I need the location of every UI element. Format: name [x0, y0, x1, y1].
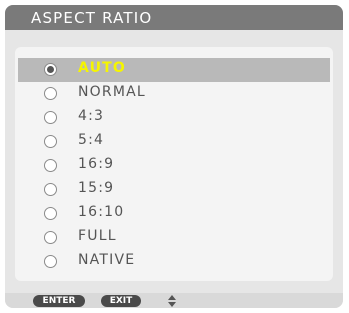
exit-button[interactable]: EXIT — [101, 295, 141, 307]
radio-icon — [44, 87, 57, 100]
option-15-9[interactable]: 15:9 — [15, 178, 333, 202]
option-label: 15:9 — [78, 180, 115, 196]
radio-icon — [44, 159, 57, 172]
footer-help-bar: ENTER EXIT — [5, 293, 343, 308]
option-native[interactable]: NATIVE — [15, 250, 333, 274]
title-bar: ASPECT RATIO — [5, 5, 343, 30]
option-full[interactable]: FULL — [15, 226, 333, 250]
aspect-ratio-dialog: ASPECT RATIO AUTO NORMAL 4:3 5:4 16:9 15… — [5, 5, 343, 308]
option-4-3[interactable]: 4:3 — [15, 106, 333, 130]
option-5-4[interactable]: 5:4 — [15, 130, 333, 154]
radio-icon — [44, 63, 57, 76]
radio-icon — [44, 111, 57, 124]
option-label: 16:10 — [78, 204, 125, 220]
option-label: 16:9 — [78, 156, 115, 172]
radio-icon — [44, 231, 57, 244]
option-16-10[interactable]: 16:10 — [15, 202, 333, 226]
option-16-9[interactable]: 16:9 — [15, 154, 333, 178]
option-label: AUTO — [78, 60, 127, 76]
option-label: 4:3 — [78, 108, 105, 124]
radio-dot-icon — [47, 66, 54, 73]
up-down-arrows-icon — [168, 295, 176, 307]
radio-icon — [44, 183, 57, 196]
option-label: FULL — [78, 228, 117, 244]
option-normal[interactable]: NORMAL — [15, 82, 333, 106]
option-label: 5:4 — [78, 132, 105, 148]
radio-icon — [44, 255, 57, 268]
options-panel: AUTO NORMAL 4:3 5:4 16:9 15:9 16:10 FULL… — [15, 47, 333, 281]
radio-icon — [44, 135, 57, 148]
option-label: NATIVE — [78, 252, 136, 268]
option-label: NORMAL — [78, 84, 146, 100]
dialog-title: ASPECT RATIO — [31, 9, 153, 27]
option-auto[interactable]: AUTO — [18, 58, 330, 82]
radio-icon — [44, 207, 57, 220]
enter-button[interactable]: ENTER — [33, 295, 85, 307]
